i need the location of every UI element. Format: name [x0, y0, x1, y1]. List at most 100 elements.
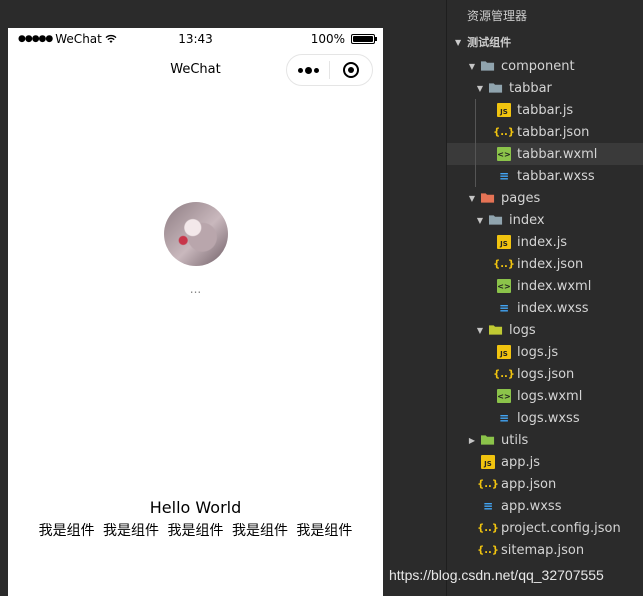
watermark: https://blog.csdn.net/qq_32707555 [389, 567, 604, 583]
folder-icon [481, 433, 495, 447]
simulator-panel: ●●●●● WeChat 13:43 100% WeChat ... Hello… [0, 0, 443, 596]
tree-file[interactable]: {..} sitemap.json [447, 539, 643, 561]
component-text: 我是组件 [103, 523, 160, 539]
battery-icon [351, 34, 377, 44]
file-explorer: 资源管理器 ▼ 测试组件 ▼ component ▼ tabbar JS tabbar.j… [446, 0, 643, 596]
folder-open-icon [489, 213, 503, 227]
tree-file[interactable]: ≡ app.wxss [447, 495, 643, 517]
folder-open-icon [489, 81, 503, 95]
component-text: 我是组件 [296, 523, 353, 539]
tree-label: logs.json [517, 366, 575, 382]
wxss-file-icon: ≡ [498, 411, 510, 425]
tree-label: logs.js [517, 344, 559, 360]
chevron-down-icon: ▼ [476, 215, 484, 225]
project-name: 测试组件 [467, 36, 512, 49]
folder-open-icon [481, 59, 495, 73]
tree-file[interactable]: <> index.wxml [447, 275, 643, 297]
dot-icon [304, 66, 312, 74]
tree-label: index.wxml [517, 278, 592, 294]
tree-label: tabbar.wxml [517, 146, 598, 162]
capsule-menu [286, 54, 373, 86]
phone-screen: ●●●●● WeChat 13:43 100% WeChat ... Hello… [8, 28, 383, 596]
chevron-right-icon: ▶ [468, 435, 476, 445]
indent-guide [475, 99, 476, 187]
tree-label: app.wxss [501, 498, 562, 514]
wxss-file-icon: ≡ [498, 301, 510, 315]
tree-file[interactable]: ≡ tabbar.wxss [447, 165, 643, 187]
tree-label: index.json [517, 256, 584, 272]
tree-file[interactable]: <> tabbar.wxml [447, 143, 643, 165]
component-text: 我是组件 [167, 523, 224, 539]
tree-label: index [509, 212, 545, 228]
dot-icon [313, 67, 319, 73]
js-file-icon: JS [497, 235, 511, 249]
tree-file[interactable]: {..} project.config.json [447, 517, 643, 539]
js-file-icon: JS [497, 345, 511, 359]
json-file-icon: {..} [493, 368, 515, 380]
tree-label: logs [509, 322, 536, 338]
json-file-icon: {..} [493, 258, 515, 270]
json-file-icon: {..} [477, 478, 499, 490]
folder-open-icon [489, 323, 503, 337]
tree-label: app.js [501, 454, 540, 470]
tree-file[interactable]: ≡ logs.wxss [447, 407, 643, 429]
wxml-file-icon: <> [497, 147, 511, 161]
tree-label: component [501, 58, 575, 74]
tree-label: tabbar [509, 80, 552, 96]
tree-file[interactable]: JS tabbar.js [447, 99, 643, 121]
json-file-icon: {..} [477, 544, 499, 556]
tree-file[interactable]: JS app.js [447, 451, 643, 473]
tree-folder[interactable]: ▼ tabbar [447, 77, 643, 99]
tree-folder[interactable]: ▶ utils [447, 429, 643, 451]
wxml-file-icon: <> [497, 279, 511, 293]
json-file-icon: {..} [477, 522, 499, 534]
tree-folder[interactable]: ▼ index [447, 209, 643, 231]
tree-folder[interactable]: ▼ pages [447, 187, 643, 209]
tree-file[interactable]: ≡ index.wxss [447, 297, 643, 319]
component-row: 我是组件 我是组件 我是组件 我是组件 我是组件 [8, 520, 383, 540]
tree-label: logs.wxml [517, 388, 583, 404]
component-text: 我是组件 [38, 523, 95, 539]
chevron-down-icon: ▼ [468, 61, 476, 71]
battery-group: 100% [311, 32, 377, 46]
tree-file[interactable]: {..} index.json [447, 253, 643, 275]
tree-file[interactable]: {..} app.json [447, 473, 643, 495]
avatar[interactable] [164, 202, 228, 266]
js-file-icon: JS [497, 103, 511, 117]
tree-file[interactable]: <> logs.wxml [447, 385, 643, 407]
wxml-file-icon: <> [497, 389, 511, 403]
tree-file[interactable]: {..} tabbar.json [447, 121, 643, 143]
tree-label: tabbar.wxss [517, 168, 595, 184]
chevron-down-icon: ▼ [476, 325, 484, 335]
tree-label: tabbar.js [517, 102, 574, 118]
tree-label: utils [501, 432, 529, 448]
battery-fill [353, 36, 373, 42]
tree-file[interactable]: {..} logs.json [447, 363, 643, 385]
tree-label: tabbar.json [517, 124, 590, 140]
json-file-icon: {..} [493, 126, 515, 138]
tree-label: sitemap.json [501, 542, 585, 558]
tree-label: index.js [517, 234, 568, 250]
tree-file[interactable]: JS index.js [447, 231, 643, 253]
nav-bar: WeChat [8, 50, 383, 90]
wxss-file-icon: ≡ [498, 169, 510, 183]
close-button[interactable] [330, 62, 372, 78]
component-text: 我是组件 [231, 523, 288, 539]
tree-file[interactable]: JS logs.js [447, 341, 643, 363]
tree-label: pages [501, 190, 541, 206]
chevron-down-icon: ▼ [476, 83, 484, 93]
tree-label: app.json [501, 476, 557, 492]
status-bar: ●●●●● WeChat 13:43 100% [8, 28, 383, 50]
project-section[interactable]: ▼ 测试组件 [447, 32, 643, 54]
js-file-icon: JS [481, 455, 495, 469]
hello-text: Hello World [149, 498, 242, 517]
explorer-title: 资源管理器 [467, 9, 528, 23]
tree-folder[interactable]: ▼ component [447, 55, 643, 77]
nickname: ... [189, 282, 202, 296]
wxss-file-icon: ≡ [482, 499, 494, 513]
tree-label: project.config.json [501, 520, 621, 536]
more-button[interactable] [287, 66, 329, 74]
folder-open-icon [481, 191, 495, 205]
tree-folder[interactable]: ▼ logs [447, 319, 643, 341]
chevron-down-icon: ▼ [455, 38, 462, 47]
